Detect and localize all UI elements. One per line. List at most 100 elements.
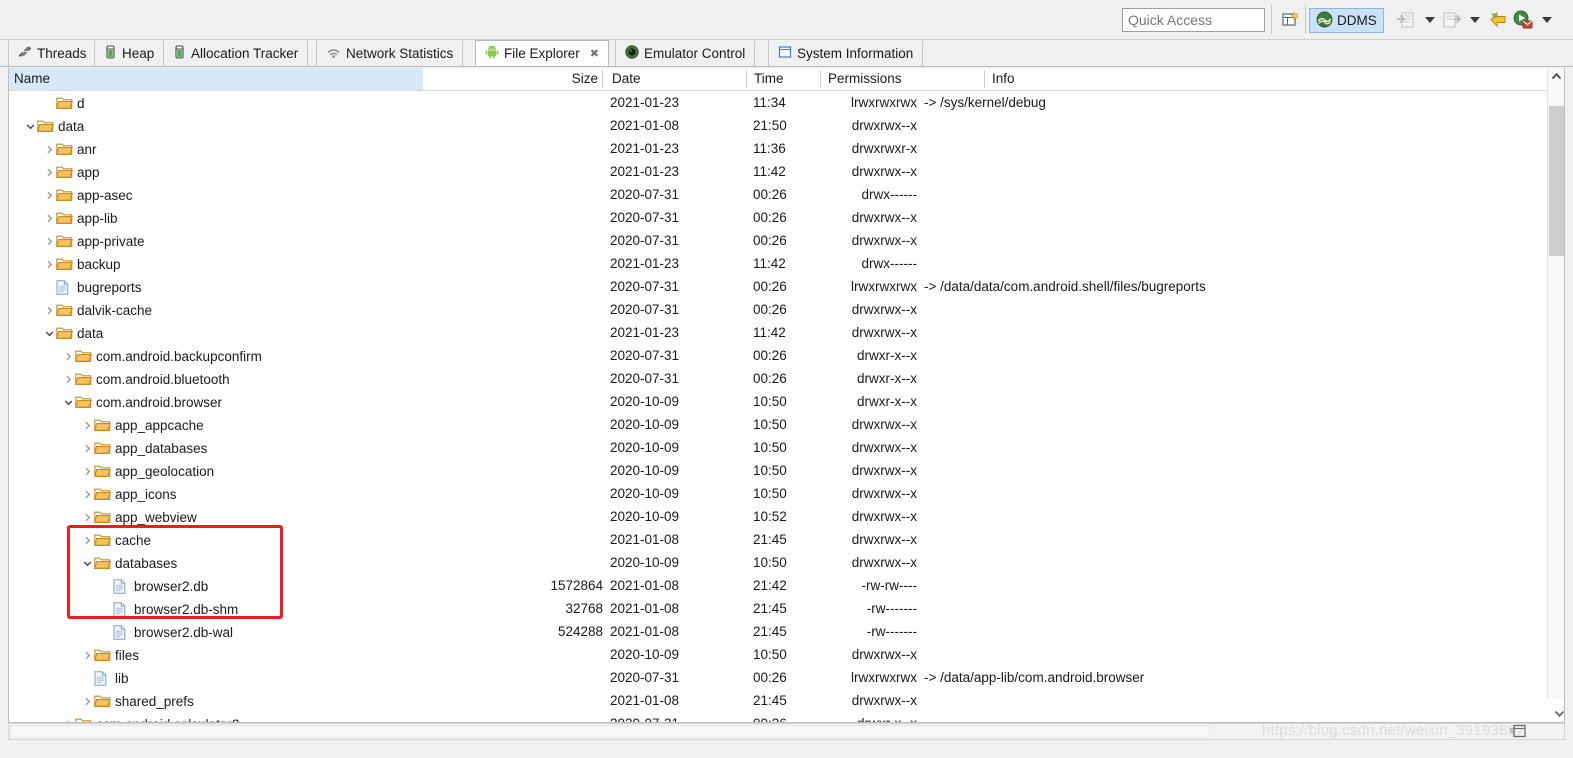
column-header-size[interactable]: Size: [423, 68, 603, 90]
file-name-label: app_geolocation: [115, 463, 215, 479]
table-row[interactable]: data 2021-01-08 21:50 drwxrwx--x: [9, 114, 1564, 137]
cell-info: [924, 413, 1524, 436]
horizontal-scrollbar-thumb[interactable]: [10, 725, 1210, 738]
chevron-down-icon[interactable]: [24, 115, 37, 138]
export-icon[interactable]: [1440, 9, 1462, 31]
chevron-right-icon[interactable]: [62, 345, 75, 368]
file-name-label: browser2.db: [134, 578, 209, 594]
table-row[interactable]: lib 2020-07-31 00:26 lrwxrwxrwx -> /data/app…: [9, 666, 1564, 689]
table-row[interactable]: databases 2020-10-09 10:50 drwxrwx--x: [9, 551, 1564, 574]
tab-allocation-tracker[interactable]: Allocation Tracker: [163, 40, 309, 66]
table-row[interactable]: dalvik-cache 2020-07-31 00:26 drwxrwx--x: [9, 298, 1564, 321]
file-name-label: app-lib: [77, 210, 118, 226]
table-row[interactable]: backup 2021-01-23 11:42 drwx------: [9, 252, 1564, 275]
table-row[interactable]: com.android.backupconfirm 2020-07-31 00:26…: [9, 344, 1564, 367]
perspective-ddms-button[interactable]: DDMS: [1309, 8, 1384, 33]
table-row[interactable]: app_appcache 2020-10-09 10:50 drwxrwx--x: [9, 413, 1564, 436]
scroll-down-arrow-icon[interactable]: [1554, 706, 1565, 721]
back-arrow-icon[interactable]: [1487, 9, 1509, 31]
cell-info: [924, 321, 1524, 344]
table-row[interactable]: files 2020-10-09 10:50 drwxrwx--x: [9, 643, 1564, 666]
table-row[interactable]: shared_prefs 2021-01-08 21:45 drwxrwx--x: [9, 689, 1564, 712]
tab-heap[interactable]: Heap: [94, 40, 165, 66]
chevron-right-icon[interactable]: [43, 299, 56, 322]
chevron-down-icon[interactable]: [81, 552, 94, 575]
column-header-name[interactable]: Name: [9, 68, 423, 90]
vertical-scrollbar[interactable]: [1547, 68, 1564, 699]
vertical-scrollbar-thumb[interactable]: [1549, 106, 1564, 256]
cell-date: 2021-01-08: [610, 118, 680, 133]
chevron-right-icon[interactable]: [81, 506, 94, 529]
run-debug-icon[interactable]: [1512, 9, 1534, 31]
table-row[interactable]: d 2021-01-23 11:34 lrwxrwxrwx -> /sys/kernel…: [9, 91, 1564, 114]
table-row[interactable]: app_icons 2020-10-09 10:50 drwxrwx--x: [9, 482, 1564, 505]
chevron-right-icon[interactable]: [43, 184, 56, 207]
table-row[interactable]: app-asec 2020-07-31 00:26 drwx------: [9, 183, 1564, 206]
quick-access-input[interactable]: [1122, 8, 1265, 32]
cell-permissions: drwxr-x--x: [857, 348, 917, 363]
column-header-time[interactable]: Time: [749, 68, 821, 90]
import-dropdown-caret[interactable]: [1419, 9, 1441, 31]
cell-size: 524288: [557, 624, 603, 639]
table-row[interactable]: com.android.bluetooth 2020-07-31 00:26 drwx…: [9, 367, 1564, 390]
table-row[interactable]: app-lib 2020-07-31 00:26 drwxrwx--x: [9, 206, 1564, 229]
chevron-right-icon[interactable]: [81, 529, 94, 552]
tab-emulator-control[interactable]: Emulator Control: [615, 40, 756, 66]
scroll-up-arrow-icon[interactable]: [1548, 68, 1564, 85]
close-icon[interactable]: ✖: [590, 47, 599, 60]
chevron-right-icon[interactable]: [43, 230, 56, 253]
chevron-right-icon[interactable]: [43, 253, 56, 276]
chevron-down-icon[interactable]: [43, 322, 56, 345]
chevron-right-icon[interactable]: [43, 161, 56, 184]
table-row[interactable]: app_webview 2020-10-09 10:52 drwxrwx--x: [9, 505, 1564, 528]
table-row[interactable]: app_databases 2020-10-09 10:50 drwxrwx--x: [9, 436, 1564, 459]
chevron-right-icon[interactable]: [81, 460, 94, 483]
twisty-placeholder: [43, 92, 56, 115]
table-row[interactable]: app 2021-01-23 11:42 drwxrwx--x: [9, 160, 1564, 183]
table-row[interactable]: browser2.db-shm 32768 2021-01-08 21:45 -rw--…: [9, 597, 1564, 620]
export-dropdown-caret[interactable]: [1464, 9, 1486, 31]
chevron-right-icon[interactable]: [81, 690, 94, 713]
import-icon[interactable]: [1395, 9, 1417, 31]
chevron-right-icon[interactable]: [81, 414, 94, 437]
table-row[interactable]: browser2.db-wal 524288 2021-01-08 21:45 -rw-…: [9, 620, 1564, 643]
cell-info: [924, 160, 1524, 183]
table-row[interactable]: data 2021-01-23 11:42 drwxrwx--x: [9, 321, 1564, 344]
column-header-date[interactable]: Date: [607, 68, 747, 90]
tab-threads[interactable]: Threads: [8, 40, 97, 66]
table-row[interactable]: com.android.browser 2020-10-09 10:50 drwxr-…: [9, 390, 1564, 413]
chevron-right-icon[interactable]: [43, 207, 56, 230]
cell-date: 2020-07-31: [610, 670, 680, 685]
tab-system-information[interactable]: System Information: [768, 40, 924, 66]
table-row[interactable]: cache 2021-01-08 21:45 drwxrwx--x: [9, 528, 1564, 551]
file-tree-body[interactable]: d 2021-01-23 11:34 lrwxrwxrwx -> /sys/kernel…: [9, 91, 1564, 722]
chevron-right-icon[interactable]: [81, 644, 94, 667]
table-row[interactable]: app_geolocation 2020-10-09 10:50 drwxrwx--x: [9, 459, 1564, 482]
cell-permissions: drwxrwx--x: [851, 440, 917, 455]
chevron-right-icon[interactable]: [81, 437, 94, 460]
chevron-right-icon[interactable]: [62, 713, 75, 722]
table-row[interactable]: app-private 2020-07-31 00:26 drwxrwx--x: [9, 229, 1564, 252]
run-dropdown-caret[interactable]: [1536, 9, 1558, 31]
cell-size: [437, 528, 603, 551]
chevron-right-icon[interactable]: [81, 483, 94, 506]
chevron-right-icon[interactable]: [43, 138, 56, 161]
cell-info: [924, 459, 1524, 482]
cell-date: 2021-01-23: [610, 141, 680, 156]
table-row[interactable]: bugreports 2020-07-31 00:26 lrwxrwxrwx -> /d…: [9, 275, 1564, 298]
table-row[interactable]: com.android.calculator22020-07-3100:26dr…: [9, 712, 1564, 722]
column-header-permissions[interactable]: Permissions: [823, 68, 985, 90]
column-header-info[interactable]: Info: [987, 68, 1447, 90]
tab-network-statistics[interactable]: Network Statistics: [316, 40, 464, 66]
cell-permissions: drwxrwxr-x: [851, 141, 917, 156]
twisty-placeholder: [81, 667, 94, 690]
cell-info: [924, 390, 1524, 413]
chevron-right-icon[interactable]: [62, 368, 75, 391]
chevron-down-icon[interactable]: [62, 391, 75, 414]
cell-permissions: drwxrwx--x: [851, 532, 917, 547]
cell-size: [437, 367, 603, 390]
open-perspective-button[interactable]: [1277, 8, 1303, 33]
table-row[interactable]: browser2.db 1572864 2021-01-08 21:42 -rw-rw-…: [9, 574, 1564, 597]
tab-file-explorer[interactable]: File Explorer ✖: [475, 40, 609, 66]
table-row[interactable]: anr 2021-01-23 11:36 drwxrwxr-x: [9, 137, 1564, 160]
